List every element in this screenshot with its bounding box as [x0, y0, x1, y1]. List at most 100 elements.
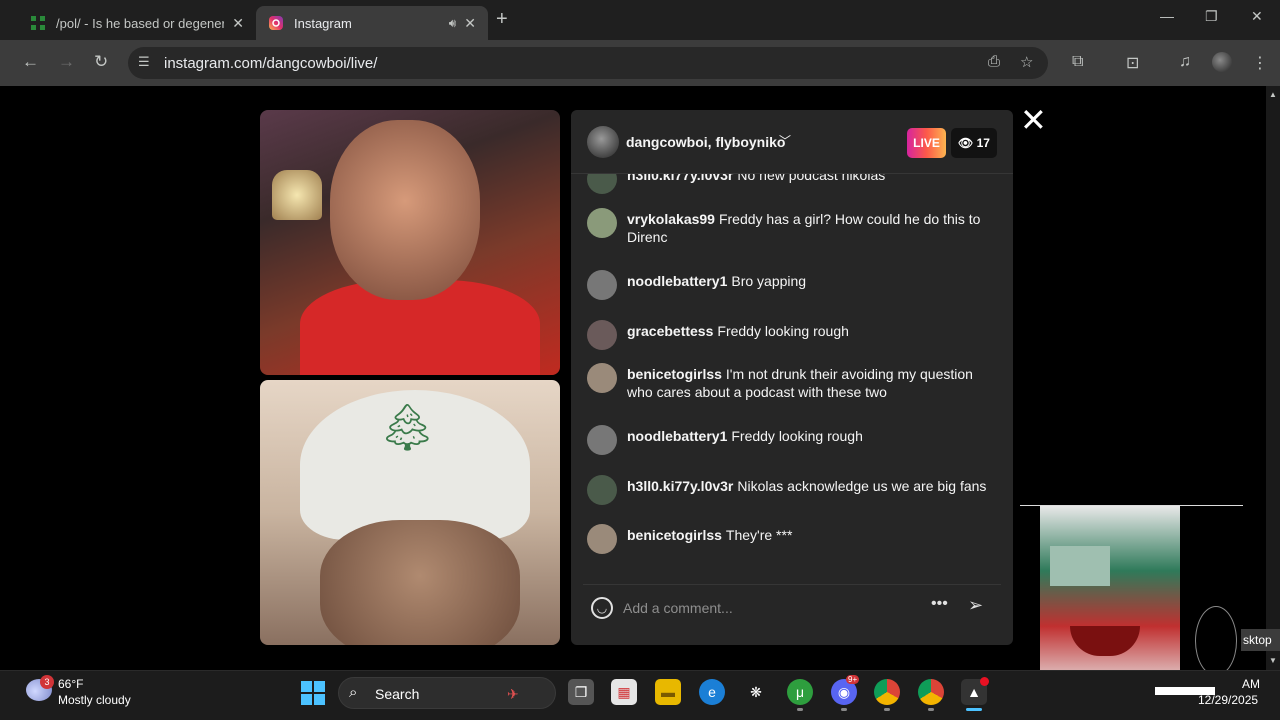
tab-title: Instagram: [294, 15, 352, 31]
host-video-2: 🌲︎: [260, 380, 560, 645]
avatar[interactable]: [587, 475, 617, 505]
comment-username[interactable]: h3ll0.ki77y.l0v3r: [627, 478, 733, 494]
comment-username[interactable]: benicetogirlss: [627, 366, 722, 382]
comment-username[interactable]: noodlebattery1: [627, 428, 727, 444]
tab-search-icon[interactable]: ⊡: [1126, 53, 1139, 73]
viewer-count: 17: [976, 136, 990, 150]
close-tab-icon[interactable]: ✕: [464, 15, 476, 32]
avatar[interactable]: [587, 174, 617, 194]
back-icon[interactable]: ←: [22, 52, 39, 72]
extensions-icon[interactable]: ⧉: [1072, 53, 1083, 71]
reload-icon[interactable]: ↻: [94, 52, 108, 72]
avatar[interactable]: [587, 524, 617, 554]
media-controls-icon[interactable]: ♫: [1179, 53, 1191, 71]
address-bar[interactable]: ☰ instagram.com/dangcowboi/live/ ⎙ ☆: [128, 47, 1048, 79]
avatar[interactable]: [587, 425, 617, 455]
avatar[interactable]: [587, 208, 617, 238]
browser-toolbar: ← → ↻ ☰ instagram.com/dangcowboi/live/ ⎙…: [0, 40, 1280, 86]
active-app-indicator: [966, 708, 982, 711]
comment-text: No new podcast nikolas: [737, 174, 886, 183]
edge-icon[interactable]: e: [699, 679, 725, 705]
page-scrollbar[interactable]: ▲ ▼: [1266, 86, 1280, 670]
minimize-icon[interactable]: —: [1160, 8, 1174, 24]
artwork-circle: [1195, 606, 1237, 676]
close-tab-icon[interactable]: ✕: [232, 15, 244, 32]
windows-start-icon[interactable]: [301, 681, 325, 705]
list-item: noodlebattery1 Freddy looking rough: [587, 425, 987, 455]
comment-text: Nikolas acknowledge us we are big fans: [737, 478, 987, 494]
scroll-down-icon[interactable]: ▼: [1269, 656, 1277, 665]
running-indicator: [928, 708, 934, 711]
chatgpt-icon[interactable]: ❋: [743, 679, 769, 705]
4chan-favicon-icon: [31, 16, 45, 30]
emoji-icon[interactable]: ◡: [591, 597, 613, 619]
scroll-up-icon[interactable]: ▲: [1269, 90, 1277, 99]
bookmark-star-icon[interactable]: ☆: [1020, 53, 1033, 71]
comment-composer: ◡ ••• ➢: [583, 584, 1001, 630]
weather-condition[interactable]: Mostly cloudy: [58, 693, 131, 707]
comment-username[interactable]: vrykolakas99: [627, 211, 715, 227]
tab-instagram[interactable]: Instagram 🔊︎ ✕: [256, 6, 488, 40]
running-indicator: [884, 708, 890, 711]
list-item: h3ll0.ki77y.l0v3r Nikolas acknowledge us …: [587, 475, 987, 505]
chrome-icon[interactable]: [874, 679, 900, 705]
clock-time[interactable]: AM: [1242, 677, 1260, 691]
running-indicator: [797, 708, 803, 711]
comment-text: They're ***: [725, 527, 793, 543]
restore-icon[interactable]: ❐: [1205, 8, 1218, 25]
comment-username[interactable]: benicetogirlss: [627, 527, 722, 543]
more-options-icon[interactable]: •••: [931, 595, 948, 613]
face-shape: [330, 120, 480, 300]
instagram-favicon-icon: [269, 16, 283, 30]
comment-text: Freddy looking rough: [717, 323, 849, 339]
list-item: benicetogirlss I'm not drunk their avoidi…: [587, 363, 987, 401]
taskbar: 3 66°F Mostly cloudy ⌕ Search ✈︎ ❐ ▦ ▬ e…: [0, 670, 1280, 720]
site-info-icon[interactable]: ☰: [138, 54, 150, 70]
discord-badge: 9+: [846, 675, 860, 684]
url-text[interactable]: instagram.com/dangcowboi/live/: [164, 55, 377, 72]
list-item: h3ll0.ki77y.l0v3r No new podcast nikolas: [587, 174, 987, 194]
comment-username[interactable]: noodlebattery1: [627, 273, 727, 289]
profile-avatar[interactable]: [1212, 52, 1232, 72]
comments-list[interactable]: h3ll0.ki77y.l0v3r No new podcast nikolas …: [571, 174, 1013, 584]
forward-icon[interactable]: →: [58, 52, 75, 72]
utorrent-icon[interactable]: μ: [787, 679, 813, 705]
task-view-icon[interactable]: ❐: [568, 679, 594, 705]
weather-temperature[interactable]: 66°F: [58, 677, 83, 691]
close-window-icon[interactable]: ✕: [1251, 8, 1263, 25]
show-desktop-tooltip: sktop: [1241, 629, 1280, 651]
comment-text: Freddy looking rough: [731, 428, 863, 444]
send-icon[interactable]: ➢: [968, 595, 983, 616]
menu-icon[interactable]: ⋮: [1252, 53, 1268, 73]
comment-username[interactable]: h3ll0.ki77y.l0v3r: [627, 174, 733, 183]
tab-title: /pol/ - Is he based or degenerate: [56, 15, 225, 31]
install-app-icon[interactable]: ⎙: [988, 53, 1000, 70]
speaker-icon[interactable]: 🔊︎: [449, 16, 457, 31]
tab-pol[interactable]: /pol/ - Is he based or degenerate ✕: [18, 6, 256, 40]
lamp-shape: [272, 170, 322, 220]
avatar[interactable]: [587, 363, 617, 393]
comment-input[interactable]: [623, 597, 913, 619]
eye-icon: 👁︎: [958, 136, 974, 150]
new-tab-button[interactable]: +: [496, 8, 508, 31]
microsoft-store-icon[interactable]: ▦: [611, 679, 637, 705]
avatar[interactable]: [587, 270, 617, 300]
close-icon[interactable]: ✕: [1020, 104, 1047, 136]
viewer-count-badge[interactable]: 👁︎ 17: [951, 128, 997, 158]
running-indicator: [841, 708, 847, 711]
taskbar-search[interactable]: ⌕ Search ✈︎: [338, 677, 556, 709]
chevron-down-icon[interactable]: ﹀: [779, 132, 791, 149]
clock-date[interactable]: 12/29/2025: [1198, 693, 1258, 707]
file-explorer-icon[interactable]: ▬: [655, 679, 681, 705]
chrome-profile-icon[interactable]: [918, 679, 944, 705]
notification-dot: [980, 677, 989, 686]
tab-bar: /pol/ - Is he based or degenerate ✕ Inst…: [0, 0, 1280, 40]
list-item: benicetogirlss They're ***: [587, 524, 987, 554]
list-item: vrykolakas99 Freddy has a girl? How could…: [587, 208, 987, 246]
list-item: noodlebattery1 Bro yapping: [587, 270, 987, 300]
avatar[interactable]: [587, 320, 617, 350]
host-avatar[interactable]: [587, 126, 619, 158]
host-names[interactable]: dangcowboi, flyboyniko: [626, 134, 785, 150]
comment-username[interactable]: gracebettess: [627, 323, 713, 339]
live-header: dangcowboi, flyboyniko ﹀ LIVE 👁︎ 17: [571, 110, 1013, 174]
